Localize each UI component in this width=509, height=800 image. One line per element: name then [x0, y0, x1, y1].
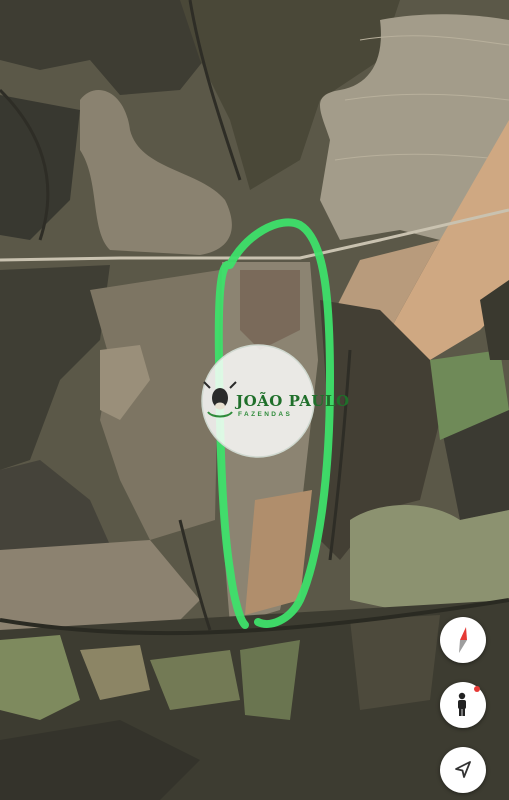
- logo-subtitle: FAZENDAS: [238, 411, 292, 418]
- my-location-button[interactable]: [440, 747, 486, 793]
- compass-icon: [459, 627, 467, 653]
- forest-area: [350, 615, 440, 710]
- compass-button[interactable]: [440, 617, 486, 663]
- navigation-arrow-icon: [455, 761, 471, 778]
- street-view-button[interactable]: [440, 682, 486, 728]
- pegman-icon: [458, 692, 466, 716]
- street-view-indicator: [474, 686, 480, 692]
- farm-plot: [240, 640, 300, 720]
- logo-title: JOÃO PAULO: [234, 391, 350, 410]
- green-pasture: [350, 505, 509, 615]
- satellite-map[interactable]: JOÃO PAULO FAZENDAS: [0, 0, 509, 800]
